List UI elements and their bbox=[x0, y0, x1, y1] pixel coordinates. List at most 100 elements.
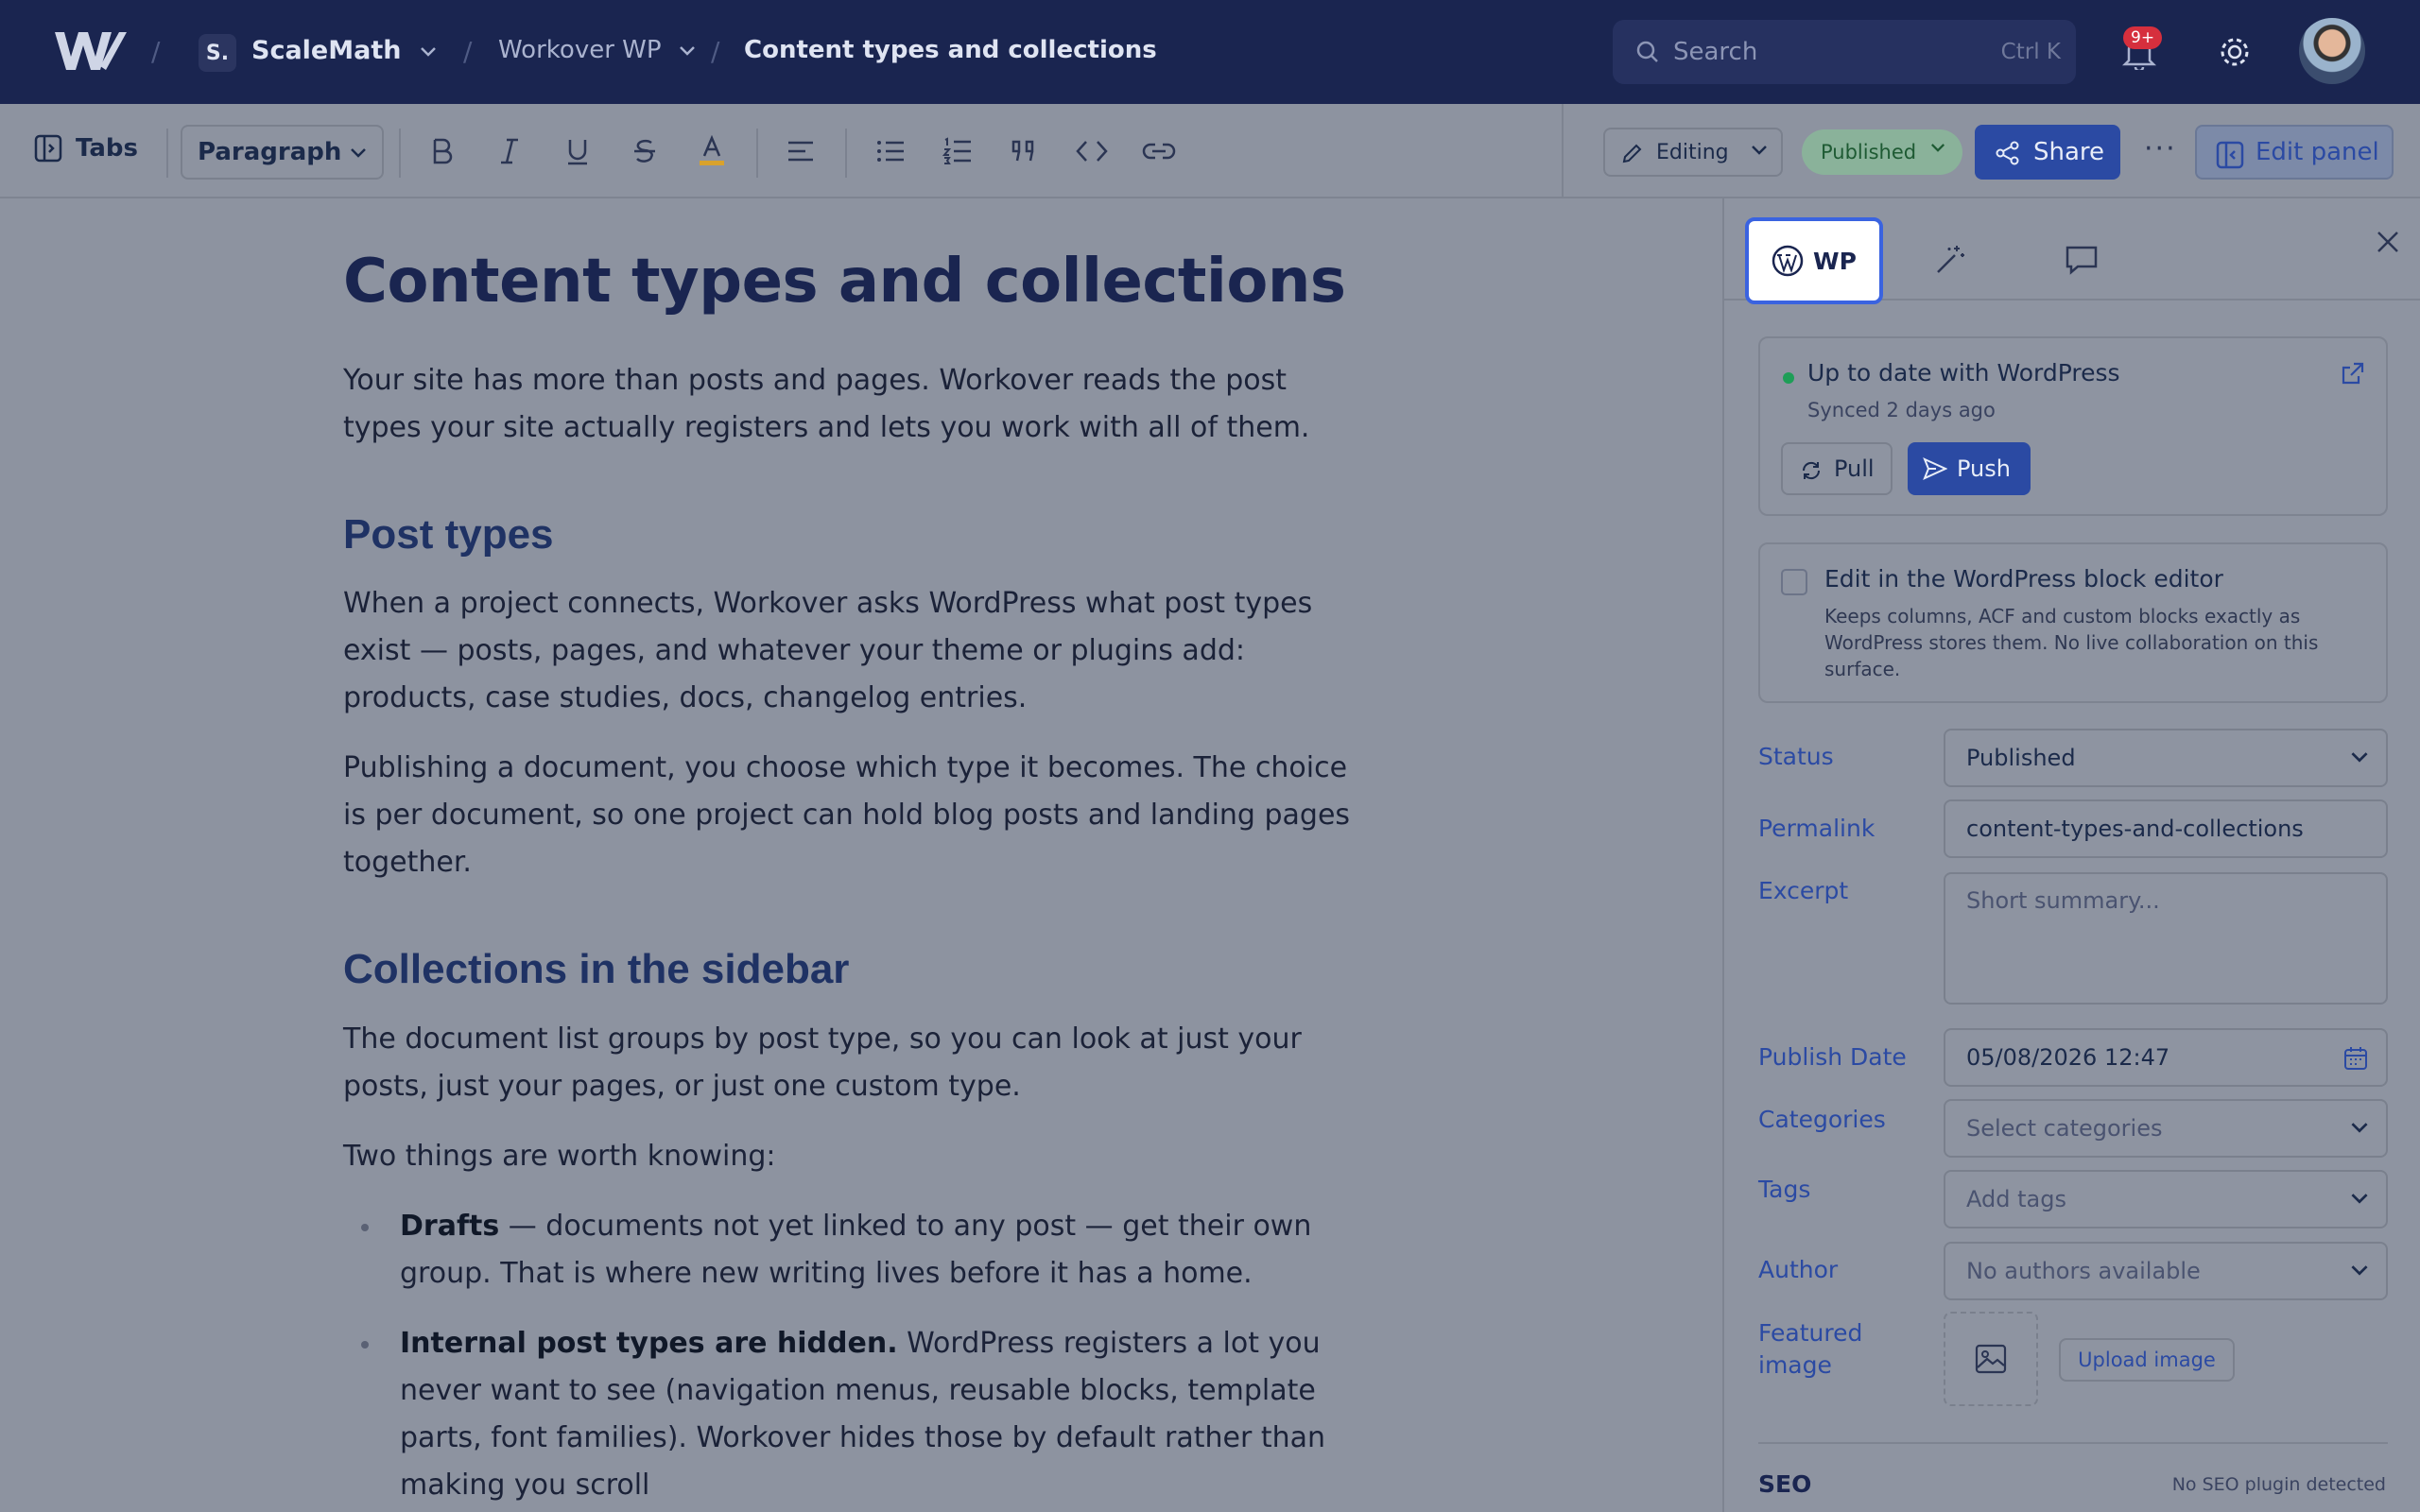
paragraph[interactable]: The document list groups by post type, s… bbox=[343, 1016, 1374, 1110]
chevron-down-icon bbox=[2351, 1123, 2368, 1133]
comment-icon[interactable] bbox=[2065, 244, 2099, 276]
italic-button[interactable] bbox=[493, 134, 527, 168]
code-button[interactable] bbox=[1075, 134, 1109, 168]
divider bbox=[756, 129, 758, 178]
share-icon bbox=[1996, 141, 2019, 165]
sync-status-text: Up to date with WordPress bbox=[1807, 359, 2120, 387]
numbered-list-button[interactable] bbox=[941, 134, 975, 168]
numbered-list-icon bbox=[942, 137, 971, 164]
link-icon bbox=[1142, 143, 1176, 160]
project-switcher[interactable]: Workover WP bbox=[498, 36, 696, 64]
pencil-icon bbox=[1622, 144, 1642, 163]
underline-button[interactable] bbox=[561, 134, 595, 168]
edit-panel-icon bbox=[2216, 141, 2244, 169]
mode-select[interactable]: Editing bbox=[1603, 128, 1783, 177]
categories-placeholder: Select categories bbox=[1966, 1115, 2163, 1142]
paragraph[interactable]: Publishing a document, you choose which … bbox=[343, 745, 1374, 886]
block-type-select[interactable]: Paragraph bbox=[181, 125, 384, 180]
italic-icon bbox=[501, 138, 518, 164]
quote-icon bbox=[1011, 140, 1034, 162]
chevron-down-icon bbox=[351, 148, 366, 158]
image-icon bbox=[1975, 1344, 2007, 1374]
send-icon bbox=[1923, 457, 1947, 480]
publish-date-label: Publish Date bbox=[1758, 1043, 1907, 1071]
permalink-field[interactable]: content-types-and-collections bbox=[1944, 799, 2388, 858]
chevron-down-icon bbox=[1930, 144, 1945, 152]
status-badge[interactable]: Published bbox=[1802, 129, 1962, 175]
categories-label: Categories bbox=[1758, 1106, 1886, 1133]
current-document-crumb: Content types and collections bbox=[744, 36, 1157, 64]
list-item[interactable]: Internal post types are hidden. WordPres… bbox=[343, 1320, 1374, 1509]
list-item-text: — documents not yet linked to any post —… bbox=[400, 1210, 1312, 1291]
tags-select[interactable]: Add tags bbox=[1944, 1170, 2388, 1228]
bullet-list: Drafts — documents not yet linked to any… bbox=[343, 1203, 1374, 1509]
bold-button[interactable] bbox=[425, 134, 459, 168]
sync-status-dot bbox=[1783, 372, 1794, 384]
top-bar: / S. ScaleMath / Workover WP / Content t… bbox=[0, 0, 2420, 104]
block-editor-label: Edit in the WordPress block editor bbox=[1824, 565, 2223, 593]
more-options-button[interactable]: ··· bbox=[2144, 132, 2177, 165]
gear-icon[interactable] bbox=[2217, 34, 2253, 70]
search-placeholder: Search bbox=[1673, 38, 1758, 66]
document-body[interactable]: Content types and collections Your site … bbox=[343, 247, 1374, 1512]
heading-post-types[interactable]: Post types bbox=[343, 510, 1374, 560]
calendar-icon[interactable] bbox=[2342, 1045, 2369, 1072]
search-box[interactable]: Search Ctrl K bbox=[1613, 20, 2076, 84]
workspace-name: ScaleMath bbox=[251, 36, 402, 65]
align-icon bbox=[788, 141, 813, 162]
list-item-bold: Drafts bbox=[400, 1210, 500, 1244]
status-label: Status bbox=[1758, 743, 1834, 770]
chevron-down-icon bbox=[420, 46, 436, 57]
document-title[interactable]: Content types and collections bbox=[343, 247, 1374, 318]
tabs-toggle[interactable]: Tabs bbox=[34, 134, 138, 163]
list-item-bold: Internal post types are hidden. bbox=[400, 1327, 898, 1361]
divider bbox=[1758, 1442, 2388, 1444]
heading-collections[interactable]: Collections in the sidebar bbox=[343, 945, 1374, 995]
block-editor-checkbox[interactable] bbox=[1781, 569, 1807, 595]
share-button[interactable]: Share bbox=[1975, 125, 2120, 180]
intro-paragraph[interactable]: Your site has more than posts and pages.… bbox=[343, 357, 1374, 452]
divider bbox=[166, 129, 168, 178]
breadcrumb-separator: / bbox=[711, 36, 720, 67]
external-link-icon[interactable] bbox=[2341, 361, 2365, 386]
bullet-list-button[interactable] bbox=[873, 134, 908, 168]
status-select[interactable]: Published bbox=[1944, 729, 2388, 787]
quote-button[interactable] bbox=[1008, 134, 1042, 168]
workspace-avatar[interactable]: S. bbox=[199, 34, 236, 72]
link-button[interactable] bbox=[1142, 134, 1176, 168]
push-button[interactable]: Push bbox=[1908, 442, 2031, 495]
text-color-button[interactable] bbox=[695, 134, 729, 168]
strikethrough-button[interactable] bbox=[628, 134, 662, 168]
chevron-down-icon bbox=[679, 45, 695, 56]
text-color-icon bbox=[700, 135, 724, 165]
divider bbox=[1562, 104, 1564, 198]
logo-icon[interactable] bbox=[53, 28, 129, 74]
chevron-down-icon bbox=[1752, 146, 1767, 155]
featured-image-dropzone[interactable] bbox=[1944, 1312, 2038, 1406]
magic-wand-icon[interactable] bbox=[1934, 244, 1966, 276]
author-select[interactable]: No authors available bbox=[1944, 1242, 2388, 1300]
search-icon bbox=[1636, 41, 1658, 62]
avatar[interactable] bbox=[2299, 18, 2365, 84]
list-item[interactable]: Drafts — documents not yet linked to any… bbox=[343, 1203, 1374, 1297]
categories-select[interactable]: Select categories bbox=[1944, 1099, 2388, 1158]
edit-panel-button[interactable]: Edit panel bbox=[2195, 125, 2394, 180]
seo-heading[interactable]: SEO bbox=[1758, 1470, 1811, 1498]
excerpt-field[interactable]: Short summary... bbox=[1944, 872, 2388, 1005]
divider bbox=[399, 129, 401, 178]
chevron-down-icon bbox=[2351, 1194, 2368, 1204]
pull-button[interactable]: Pull bbox=[1781, 442, 1893, 495]
code-icon bbox=[1076, 141, 1108, 162]
upload-image-button[interactable]: Upload image bbox=[2059, 1338, 2235, 1382]
close-icon[interactable] bbox=[2375, 229, 2401, 255]
paragraph[interactable]: Two things are worth knowing: bbox=[343, 1133, 1374, 1180]
refresh-icon bbox=[1802, 461, 1821, 480]
underline-icon bbox=[568, 140, 587, 165]
paragraph[interactable]: When a project connects, Workover asks W… bbox=[343, 580, 1374, 722]
workspace-switcher[interactable]: ScaleMath bbox=[251, 36, 437, 65]
publish-date-field[interactable]: 05/08/2026 12:47 bbox=[1944, 1028, 2388, 1087]
align-button[interactable] bbox=[784, 134, 818, 168]
bold-icon bbox=[433, 138, 453, 164]
tab-wordpress[interactable]: WP bbox=[1745, 217, 1883, 304]
seo-note: No SEO plugin detected bbox=[2171, 1474, 2386, 1495]
